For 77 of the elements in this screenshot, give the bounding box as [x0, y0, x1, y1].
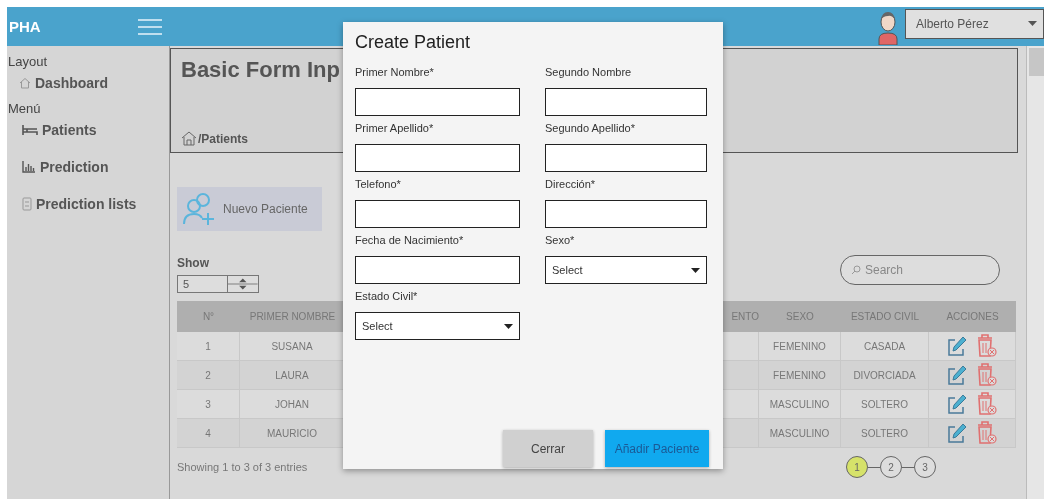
menu-icon[interactable] — [137, 17, 163, 36]
spinner-arrows-icon[interactable] — [228, 276, 258, 292]
bar-chart-icon — [22, 161, 36, 173]
table-cell: MAURICIO — [240, 419, 345, 448]
select-field[interactable]: Select — [355, 312, 520, 340]
column-header: SEXO — [759, 301, 841, 332]
breadcrumb[interactable]: /Patients — [198, 131, 248, 146]
input-field[interactable] — [355, 200, 520, 228]
table-cell: FEMENINO — [759, 361, 841, 390]
edit-icon[interactable] — [947, 422, 967, 444]
input-field[interactable] — [355, 256, 520, 284]
column-header: ACCIONES — [929, 301, 1016, 332]
input-field[interactable] — [355, 144, 520, 172]
sidebar-item[interactable]: Prediction — [22, 159, 169, 175]
sidebar-heading: Layout — [7, 54, 49, 69]
caret-icon — [504, 323, 513, 329]
table-cell: 2 — [177, 361, 240, 390]
page-title: Basic Form Inp — [181, 57, 340, 83]
edit-icon[interactable] — [947, 393, 967, 415]
input-field[interactable] — [545, 200, 707, 228]
dialog-title: Create Patient — [355, 32, 472, 53]
table-cell: 1 — [177, 332, 240, 361]
sidebar-item[interactable]: Dashboard — [19, 75, 169, 91]
delete-icon[interactable] — [977, 363, 997, 387]
list-icon — [22, 197, 32, 211]
input-field[interactable] — [545, 88, 707, 116]
page-button[interactable]: 1 — [846, 456, 868, 478]
field-label: Segundo Nombre — [545, 66, 633, 78]
table-cell: MASCULINO — [759, 419, 841, 448]
field-label: Estado Civil* — [355, 290, 419, 302]
search-icon — [851, 265, 861, 275]
sidebar-item[interactable]: Prediction lists — [22, 196, 169, 212]
delete-icon[interactable] — [977, 392, 997, 416]
field-label: Dirección* — [545, 178, 597, 190]
add-users-icon — [181, 192, 217, 226]
search-field[interactable]: Search — [840, 255, 1000, 285]
column-header: PRIMER NOMBRE — [240, 301, 345, 332]
table-cell: 4 — [177, 419, 240, 448]
page-size-spinner[interactable]: 5 — [177, 275, 259, 293]
page-button[interactable]: 2 — [880, 456, 902, 478]
brand-name: PHA — [8, 18, 42, 35]
table-cell: LAURA — [240, 361, 345, 390]
sidebar-heading: Menú — [7, 101, 42, 116]
table-cell: 3 — [177, 390, 240, 419]
bed-icon — [22, 124, 38, 136]
user-dropdown[interactable]: Alberto Pérez — [905, 8, 1044, 39]
page-button[interactable]: 3 — [914, 456, 936, 478]
edit-icon[interactable] — [947, 335, 967, 357]
table-cell: SOLTERO — [841, 390, 929, 419]
edit-icon[interactable] — [947, 364, 967, 386]
scrollbar[interactable] — [1026, 46, 1044, 499]
field-label: Primer Apellido* — [355, 122, 435, 134]
field-label: Fecha de Nacimiento* — [355, 234, 465, 246]
select-field[interactable]: Select — [545, 256, 707, 284]
house-icon — [19, 77, 31, 89]
caret-icon — [1028, 21, 1037, 26]
table-cell: FEMENINO — [759, 332, 841, 361]
table-cell: SOLTERO — [841, 419, 929, 448]
field-label: Primer Nombre* — [355, 66, 435, 78]
sidebar-item[interactable]: Patients — [22, 122, 169, 138]
table-cell: CASADA — [841, 332, 929, 361]
delete-icon[interactable] — [977, 421, 997, 445]
show-label: Show — [177, 256, 210, 270]
house-icon — [181, 131, 197, 146]
caret-icon — [691, 267, 700, 273]
input-field[interactable] — [355, 88, 520, 116]
add-patient-button[interactable]: Añadir Paciente — [605, 430, 709, 467]
new-patient-button[interactable]: Nuevo Paciente — [177, 187, 322, 231]
field-label: Telefono* — [355, 178, 402, 190]
close-button[interactable]: Cerrar — [503, 430, 593, 467]
input-field[interactable] — [545, 144, 707, 172]
table-cell: MASCULINO — [759, 390, 841, 419]
table-cell: DIVORCIADA — [841, 361, 929, 390]
field-label: Segundo Apellido* — [545, 122, 636, 134]
field-label: Sexo* — [545, 234, 576, 246]
entries-info: Showing 1 to 3 of 3 entries — [177, 461, 308, 473]
delete-icon[interactable] — [977, 334, 997, 358]
